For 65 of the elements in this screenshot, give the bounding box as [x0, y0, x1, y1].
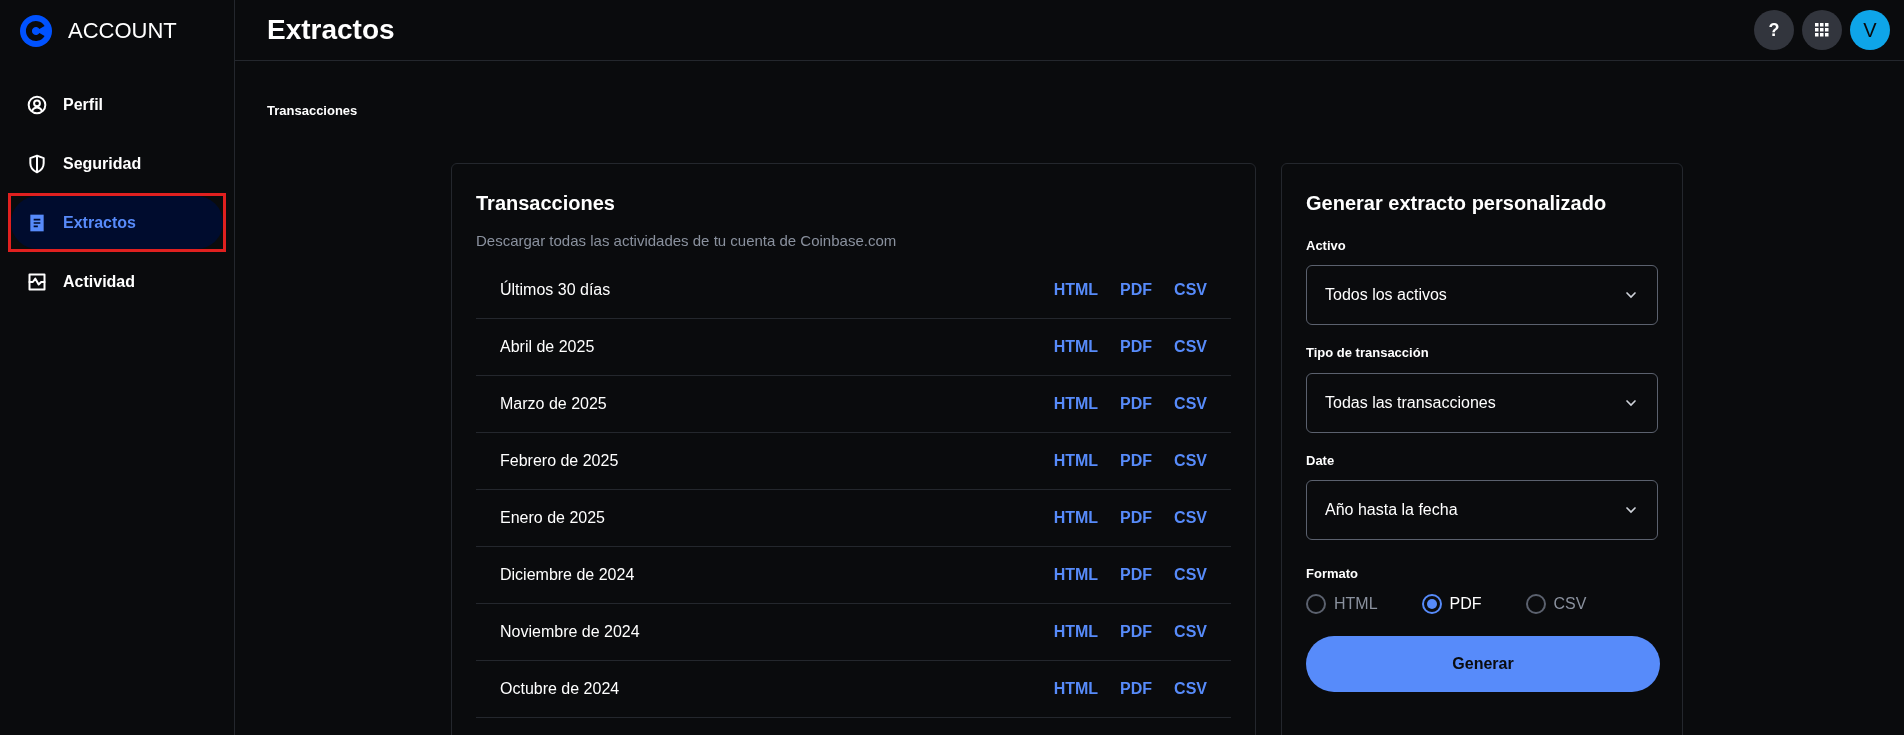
- download-link[interactable]: PDF: [1120, 392, 1153, 416]
- sidebar-item[interactable]: Seguridad: [11, 137, 223, 190]
- activity-chart-icon: [27, 271, 47, 292]
- download-link[interactable]: PDF: [1120, 563, 1153, 587]
- sidebar-item[interactable]: Extractos: [11, 196, 223, 249]
- card-title: Transacciones: [476, 190, 616, 216]
- download-link[interactable]: PDF: [1120, 620, 1153, 644]
- grid-icon: [1815, 23, 1829, 37]
- section-label: Transacciones: [267, 102, 359, 120]
- radio-button[interactable]: [1306, 593, 1326, 614]
- card-title: Generar extracto personalizado: [1306, 190, 1608, 216]
- download-link[interactable]: CSV: [1174, 278, 1207, 302]
- download-link[interactable]: HTML: [1053, 392, 1099, 416]
- user-circle-icon: [27, 94, 47, 115]
- download-link[interactable]: CSV: [1174, 620, 1207, 644]
- avatar[interactable]: V: [1850, 10, 1890, 50]
- sidebar-item[interactable]: Perfil: [11, 78, 223, 131]
- download-link[interactable]: HTML: [1053, 335, 1099, 359]
- radio-button[interactable]: [1421, 593, 1442, 614]
- download-link[interactable]: PDF: [1120, 506, 1153, 530]
- card-subtitle: Descargar todas las actividades de tu cuenta de Coinbase.com: [476, 230, 898, 251]
- download-link[interactable]: PDF: [1120, 278, 1153, 302]
- period-label: Octubre de 2024: [500, 679, 621, 699]
- period-label: Enero de 2025: [500, 508, 606, 528]
- download-link[interactable]: CSV: [1174, 335, 1207, 359]
- radio-option[interactable]: HTML: [1306, 591, 1378, 616]
- download-link[interactable]: HTML: [1053, 620, 1099, 644]
- period-label: Últimos 30 días: [500, 279, 612, 300]
- period-label: Febrero de 2025: [500, 451, 620, 471]
- radio-option[interactable]: CSV: [1525, 591, 1587, 616]
- apps-button[interactable]: [1802, 10, 1842, 50]
- dropdown-select[interactable]: Todos los activos: [1306, 265, 1658, 325]
- download-link[interactable]: HTML: [1053, 449, 1099, 473]
- field-label: Tipo de transacción: [1306, 344, 1430, 362]
- sidebar-item[interactable]: Actividad: [11, 255, 223, 308]
- radio-button[interactable]: [1525, 593, 1546, 614]
- period-label: Diciembre de 2024: [500, 565, 636, 585]
- dropdown-select[interactable]: Año hasta la fecha: [1306, 480, 1658, 540]
- radio-option[interactable]: PDF: [1421, 591, 1482, 616]
- field-label: Date: [1306, 451, 1336, 470]
- download-link[interactable]: PDF: [1120, 335, 1153, 359]
- page-title: Extractos: [267, 13, 395, 47]
- download-link[interactable]: PDF: [1120, 449, 1153, 473]
- dropdown-select[interactable]: Todas las transacciones: [1306, 372, 1658, 433]
- download-link[interactable]: CSV: [1174, 449, 1207, 473]
- logo-icon: [20, 14, 52, 47]
- shield-icon: [27, 153, 47, 174]
- period-label: Noviembre de 2024: [500, 622, 641, 642]
- field-label: Formato: [1306, 565, 1359, 583]
- download-link[interactable]: CSV: [1174, 563, 1207, 587]
- document-icon: [27, 212, 47, 233]
- download-link[interactable]: HTML: [1053, 506, 1099, 530]
- download-link[interactable]: CSV: [1174, 506, 1207, 530]
- field-label: Activo: [1306, 236, 1347, 255]
- download-link[interactable]: PDF: [1120, 677, 1153, 701]
- download-link[interactable]: CSV: [1174, 392, 1207, 416]
- download-link[interactable]: HTML: [1053, 278, 1099, 302]
- period-label: Marzo de 2025: [500, 394, 608, 414]
- download-link[interactable]: CSV: [1174, 677, 1207, 701]
- download-link[interactable]: HTML: [1053, 677, 1099, 701]
- generate-button[interactable]: Generar: [1306, 635, 1660, 692]
- brand-name: ACCOUNT: [68, 17, 177, 45]
- help-button[interactable]: ?: [1754, 10, 1794, 50]
- download-link[interactable]: HTML: [1053, 563, 1099, 587]
- period-label: Abril de 2025: [500, 337, 596, 357]
